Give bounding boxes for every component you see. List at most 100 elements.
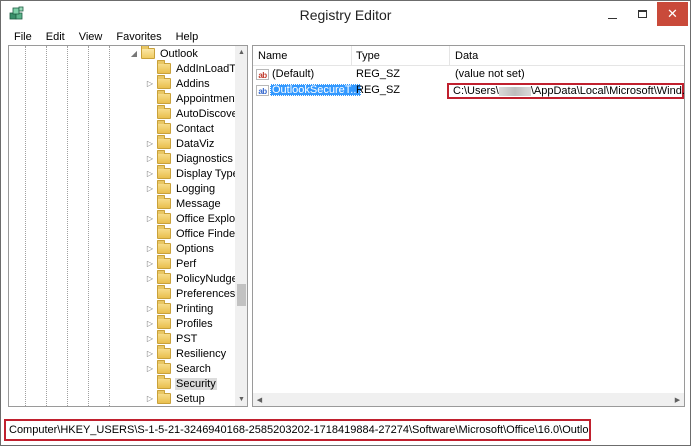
value-data: (value not set) bbox=[455, 68, 525, 80]
expand-arrow-icon[interactable]: ▷ bbox=[145, 136, 155, 151]
tree-item-label: PST bbox=[176, 332, 198, 345]
tree-item[interactable]: ▷ Profiles bbox=[145, 315, 214, 331]
scroll-left-arrow-icon[interactable]: ◀ bbox=[253, 393, 266, 406]
close-button[interactable]: ✕ bbox=[657, 2, 688, 26]
folder-icon bbox=[157, 390, 171, 404]
close-icon: ✕ bbox=[667, 6, 678, 21]
scroll-up-arrow-icon[interactable]: ▲ bbox=[235, 46, 247, 59]
tree-item-label: PolicyNudges bbox=[176, 272, 244, 285]
folder-icon bbox=[157, 240, 171, 254]
tree-item[interactable]: AutoDiscover bbox=[145, 105, 242, 121]
column-separator[interactable] bbox=[351, 46, 352, 66]
tree-item[interactable]: ▷ Office Explore bbox=[145, 210, 246, 226]
list-row[interactable]: ab (Default) REG_SZ (value not set) bbox=[253, 67, 684, 83]
folder-icon bbox=[157, 300, 171, 314]
column-header-type[interactable]: Type bbox=[356, 50, 380, 62]
tree-item[interactable]: ▷ Display Types bbox=[145, 165, 245, 181]
value-name: (Default) bbox=[272, 68, 315, 80]
list-row-selected[interactable]: ab OutlookSecureT... REG_SZ C:\Users\ \Ap… bbox=[253, 83, 684, 99]
tree-item[interactable]: Appointment bbox=[145, 90, 239, 106]
tree-item[interactable]: ▷ Addins bbox=[145, 75, 211, 91]
tree-item[interactable]: Message bbox=[145, 195, 222, 211]
value-type: REG_SZ bbox=[356, 68, 401, 80]
expand-arrow-icon[interactable]: ▷ bbox=[145, 181, 155, 196]
scroll-right-arrow-icon[interactable]: ▶ bbox=[671, 393, 684, 406]
folder-icon bbox=[157, 105, 171, 119]
tree-item[interactable]: Office Finder bbox=[145, 225, 240, 241]
folder-open-icon bbox=[141, 46, 155, 59]
tree-guide-line bbox=[109, 46, 110, 406]
tree-item[interactable]: Contact bbox=[145, 120, 215, 136]
tree-item[interactable]: ▷ DataViz bbox=[145, 135, 215, 151]
folder-icon bbox=[157, 225, 171, 239]
string-value-icon: ab bbox=[256, 69, 269, 80]
redacted-username bbox=[498, 86, 531, 96]
menu-view[interactable]: View bbox=[72, 31, 110, 43]
tree-item[interactable]: AddInLoadTin bbox=[145, 60, 245, 76]
folder-icon bbox=[157, 60, 171, 74]
expand-arrow-icon[interactable]: ▷ bbox=[145, 166, 155, 181]
tree-item[interactable]: ▷ Resiliency bbox=[145, 345, 227, 361]
values-list[interactable]: Name Type Data ab (Default) REG_SZ (valu… bbox=[252, 45, 685, 407]
tree-guide-line bbox=[25, 46, 26, 406]
tree-item[interactable]: ▷ PST bbox=[145, 330, 198, 346]
folder-icon bbox=[157, 90, 171, 104]
expand-arrow-icon[interactable]: ▷ bbox=[145, 361, 155, 376]
folder-icon bbox=[157, 255, 171, 269]
tree-item-label: Logging bbox=[176, 182, 216, 195]
tree-item[interactable]: Preferences bbox=[145, 285, 236, 301]
tree-item[interactable]: Security bbox=[145, 375, 217, 391]
menu-file[interactable]: File bbox=[7, 31, 39, 43]
expand-arrow-icon[interactable]: ▷ bbox=[145, 391, 155, 406]
tree-item[interactable]: ▷ Search bbox=[145, 360, 212, 376]
tree-item-outlook[interactable]: ◢ Outlook bbox=[129, 46, 199, 61]
tree-item-label: AutoDiscover bbox=[176, 107, 242, 120]
expand-arrow-icon[interactable]: ▷ bbox=[145, 271, 155, 286]
expand-arrow-icon[interactable]: ▷ bbox=[145, 256, 155, 271]
tree-item-label: Resiliency bbox=[176, 347, 227, 360]
status-bar: Computer\HKEY_USERS\S-1-5-21-3246940168-… bbox=[1, 411, 690, 445]
expand-arrow-icon[interactable]: ▷ bbox=[145, 211, 155, 226]
menu-favorites[interactable]: Favorites bbox=[109, 31, 168, 43]
tree-item-label: Printing bbox=[176, 302, 214, 315]
tree-item-label: Diagnostics bbox=[176, 152, 233, 165]
tree-guide-line bbox=[46, 46, 47, 406]
value-data-suffix: \AppData\Local\Microsoft\Wind... bbox=[530, 85, 685, 97]
expand-arrow-icon[interactable]: ▷ bbox=[145, 316, 155, 331]
tree-item[interactable]: ▷ Options bbox=[145, 240, 215, 256]
scroll-thumb[interactable] bbox=[237, 284, 246, 306]
expand-arrow-icon[interactable]: ▷ bbox=[145, 241, 155, 256]
scroll-down-arrow-icon[interactable]: ▼ bbox=[235, 393, 247, 406]
tree-item-label: Appointment bbox=[176, 92, 238, 105]
column-separator[interactable] bbox=[449, 46, 450, 66]
column-header-data[interactable]: Data bbox=[455, 50, 478, 62]
expand-arrow-icon[interactable]: ▷ bbox=[145, 301, 155, 316]
registry-tree[interactable]: ◢ Outlook AddInLoadTin ▷ Addins Appointment… bbox=[8, 45, 248, 407]
minimize-button[interactable] bbox=[597, 2, 627, 26]
tree-item[interactable]: ▷ Setup bbox=[145, 390, 206, 406]
column-header-name[interactable]: Name bbox=[258, 50, 287, 62]
value-name: OutlookSecureT... bbox=[270, 84, 362, 96]
tree-vertical-scrollbar[interactable]: ▲ ▼ bbox=[235, 46, 247, 406]
menu-edit[interactable]: Edit bbox=[39, 31, 72, 43]
menu-help[interactable]: Help bbox=[169, 31, 206, 43]
tree-item[interactable]: ▷ Perf bbox=[145, 255, 197, 271]
collapse-arrow-icon[interactable]: ◢ bbox=[129, 46, 139, 61]
maximize-button[interactable] bbox=[627, 2, 657, 26]
expand-arrow-icon[interactable]: ▷ bbox=[145, 151, 155, 166]
expand-arrow-icon[interactable]: ▷ bbox=[145, 346, 155, 361]
tree-item[interactable]: ▷ Logging bbox=[145, 180, 216, 196]
tree-item[interactable]: ▷ PolicyNudges bbox=[145, 270, 244, 286]
tree-item-label: Setup bbox=[176, 392, 205, 405]
tree-item[interactable]: ▷ Printing bbox=[145, 300, 214, 316]
registry-editor-window: Registry Editor ✕ File Edit View Favorit… bbox=[0, 0, 691, 446]
list-header: Name Type Data bbox=[253, 46, 684, 66]
list-horizontal-scrollbar[interactable]: ◀ ▶ bbox=[253, 393, 684, 406]
tree-item[interactable]: ▷ Diagnostics bbox=[145, 150, 234, 166]
folder-icon bbox=[157, 375, 171, 389]
expand-arrow-icon[interactable]: ▷ bbox=[145, 331, 155, 346]
title-bar[interactable]: Registry Editor ✕ bbox=[1, 1, 690, 28]
expand-arrow-icon[interactable]: ▷ bbox=[145, 76, 155, 91]
tree-item-label: Options bbox=[176, 242, 214, 255]
